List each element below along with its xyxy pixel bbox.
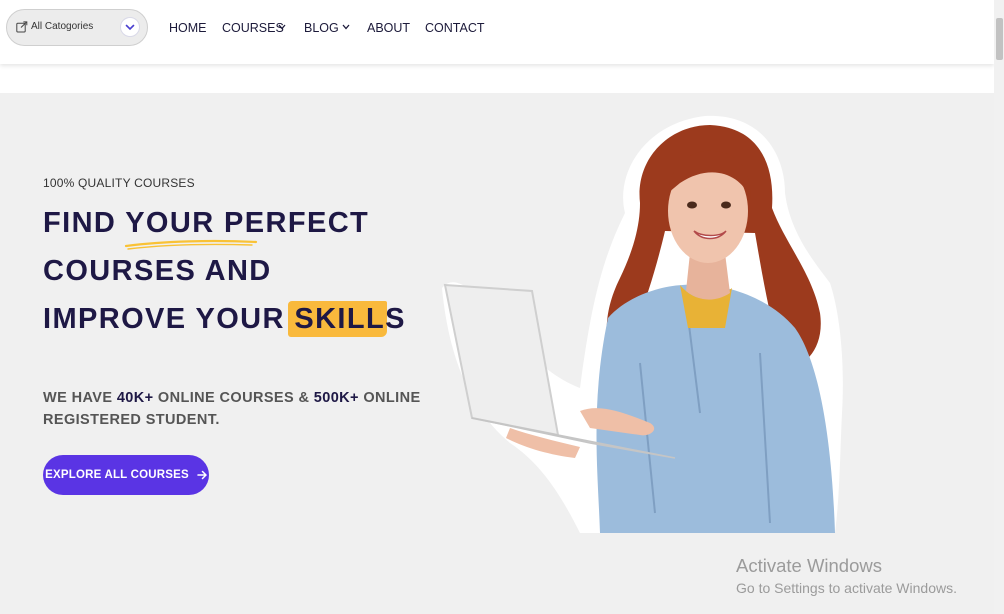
chevron-down-icon[interactable] (278, 24, 286, 30)
subtext-part: ONLINE COURSES & (153, 390, 314, 406)
category-select[interactable]: All Catogories (6, 9, 148, 46)
nav-contact[interactable]: CONTACT (425, 21, 485, 35)
windows-activation-title: Activate Windows (736, 555, 882, 576)
nav-home[interactable]: HOME (169, 21, 207, 35)
headline-line-1: FIND YOUR PERFECT (43, 207, 370, 239)
student-with-laptop-image (442, 115, 843, 533)
headline-line-2: COURSES AND (43, 255, 272, 287)
explore-courses-label: EXPLORE ALL COURSES (45, 469, 189, 481)
scrollbar-thumb[interactable] (996, 18, 1003, 60)
hero-subtext-line-1: WE HAVE 40K+ ONLINE COURSES & 500K+ ONLI… (43, 390, 421, 406)
nav-blog[interactable]: BLOG (304, 21, 339, 35)
site-header: All Catogories HOME COURSES BLOG ABOUT C… (0, 0, 994, 64)
arrow-right-icon (197, 470, 207, 480)
page-scrollbar[interactable] (994, 0, 1004, 614)
headline-line-3-text: IMPROVE YOUR (43, 303, 295, 335)
chevron-down-icon[interactable] (120, 17, 140, 37)
hero-eyebrow: 100% QUALITY COURSES (43, 176, 195, 190)
hero-subtext-line-2: REGISTERED STUDENT. (43, 412, 220, 428)
headline-highlight-word: SKILLS (294, 303, 406, 335)
headline-line-3: IMPROVE YOUR SKILLS (43, 303, 406, 336)
subtext-part: ONLINE (358, 390, 421, 406)
subtext-part: WE HAVE (43, 390, 117, 406)
explore-courses-button[interactable]: EXPLORE ALL COURSES (43, 455, 209, 495)
category-select-label: All Catogories (31, 21, 94, 32)
windows-activation-subtitle: Go to Settings to activate Windows. (736, 580, 957, 596)
nav-about[interactable]: ABOUT (367, 21, 410, 35)
share-square-icon (16, 21, 28, 33)
students-count: 500K+ (313, 390, 359, 406)
chevron-down-icon[interactable] (342, 24, 350, 30)
hero-section: 100% QUALITY COURSES FIND YOUR PERFECT C… (0, 93, 994, 614)
nav-courses[interactable]: COURSES (222, 21, 284, 35)
courses-count: 40K+ (116, 390, 154, 406)
